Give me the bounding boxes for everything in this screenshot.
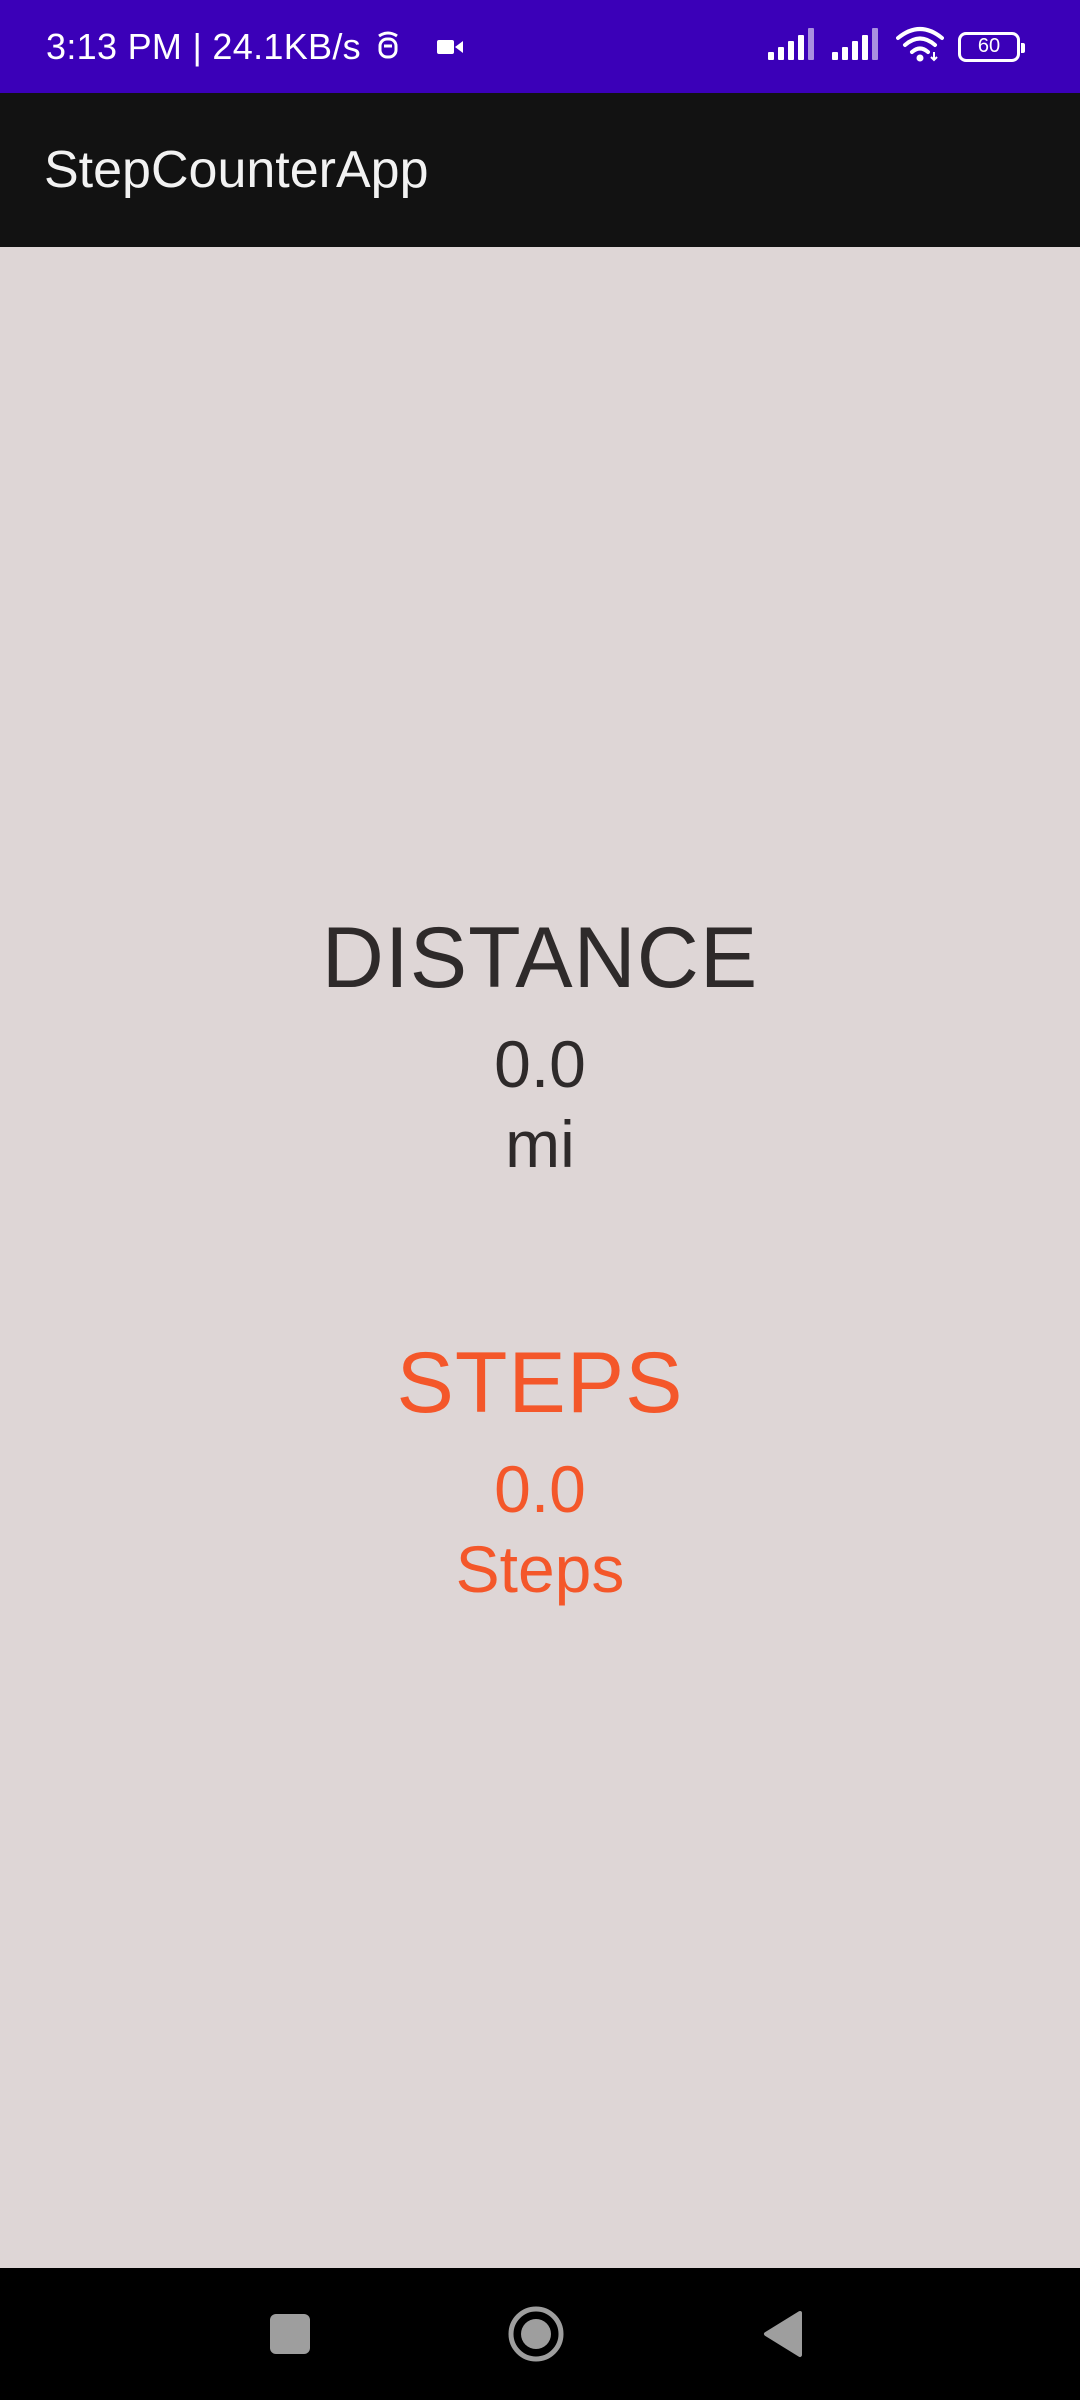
steps-value: 0.0 bbox=[494, 1452, 586, 1526]
battery-level: 60 bbox=[977, 35, 1001, 57]
wifi-icon bbox=[896, 26, 944, 67]
recents-button[interactable] bbox=[230, 2268, 350, 2400]
signal-icon bbox=[832, 28, 882, 65]
home-icon bbox=[508, 2306, 564, 2362]
video-camera-icon bbox=[436, 38, 463, 56]
app-title: StepCounterApp bbox=[44, 141, 429, 199]
main-content: DISTANCE 0.0 mi STEPS 0.0 Steps bbox=[0, 247, 1080, 2268]
steps-section: STEPS 0.0 Steps bbox=[0, 1340, 1080, 1602]
steps-unit: Steps bbox=[455, 1532, 625, 1606]
back-button[interactable] bbox=[722, 2268, 842, 2400]
distance-value: 0.0 bbox=[494, 1027, 586, 1101]
status-right: 60 bbox=[768, 0, 1025, 93]
status-bar: 3:13 PM | 24.1KB/s 60 bbox=[0, 0, 1080, 93]
home-button[interactable] bbox=[476, 2268, 596, 2400]
notification-icon bbox=[375, 30, 401, 64]
nav-bar bbox=[0, 2268, 1080, 2400]
signal-icon bbox=[768, 28, 818, 65]
recents-icon bbox=[270, 2314, 310, 2354]
distance-unit: mi bbox=[505, 1107, 575, 1181]
battery-icon: 60 bbox=[958, 31, 1025, 62]
steps-label: STEPS bbox=[396, 1335, 684, 1431]
screen: 3:13 PM | 24.1KB/s 60 StepCounterApp DIS… bbox=[0, 0, 1080, 2400]
distance-section: DISTANCE 0.0 mi bbox=[0, 915, 1080, 1177]
status-time-speed: 3:13 PM | 24.1KB/s bbox=[46, 25, 361, 67]
back-icon bbox=[764, 2311, 802, 2357]
app-bar: StepCounterApp bbox=[0, 93, 1080, 247]
status-left: 3:13 PM | 24.1KB/s bbox=[46, 0, 463, 93]
distance-label: DISTANCE bbox=[321, 910, 759, 1006]
